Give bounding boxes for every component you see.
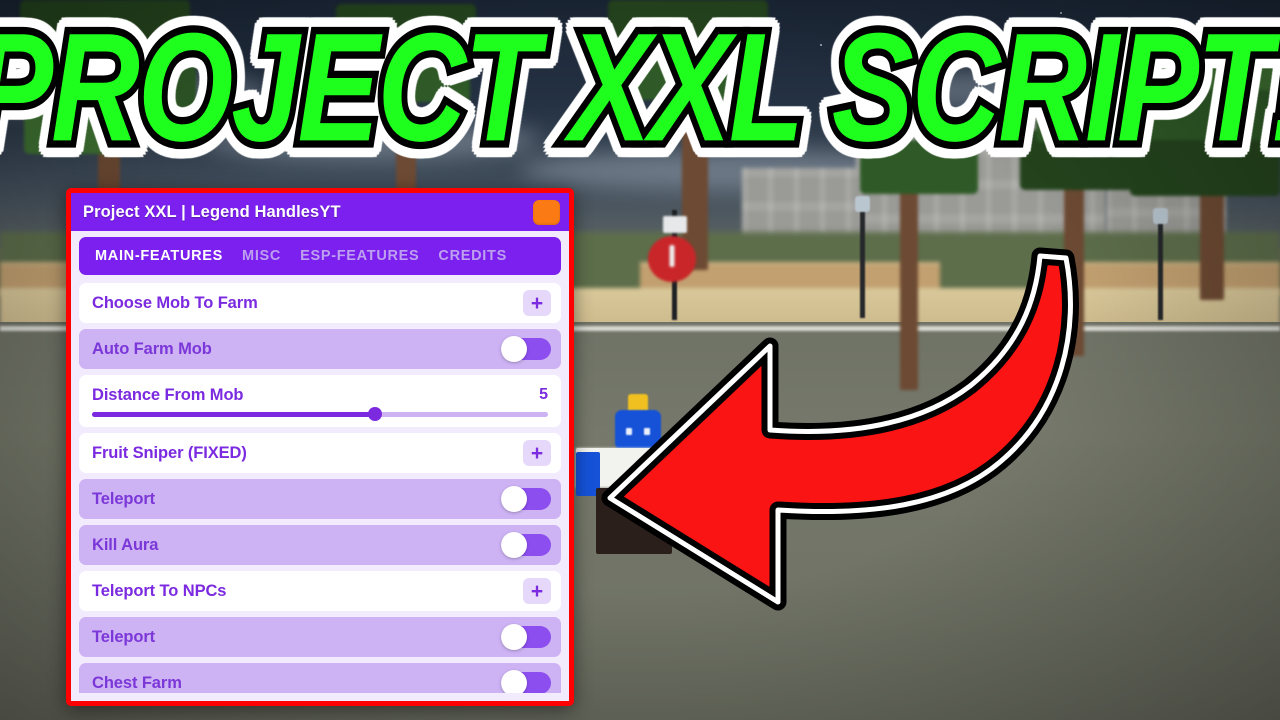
slider-thumb[interactable] <box>367 407 382 421</box>
expand-plus-icon[interactable]: + <box>523 578 551 604</box>
panel-title: Project XXL | Legend HandlesYT <box>83 202 341 221</box>
toggle-auto-farm-mob[interactable] <box>501 336 551 362</box>
row-kill-aura[interactable]: Kill Aura <box>79 525 561 565</box>
toggle-knob <box>501 336 527 362</box>
tab-main-features[interactable]: MAIN-FEATURES <box>95 248 223 264</box>
toggle-knob <box>501 486 527 512</box>
expand-plus-icon[interactable]: + <box>523 440 551 466</box>
row-label: Auto Farm Mob <box>92 339 212 358</box>
expand-plus-icon[interactable]: + <box>523 290 551 316</box>
row-label: Distance From Mob <box>92 385 244 404</box>
tab-esp-features[interactable]: ESP-FEATURES <box>300 248 419 264</box>
row-choose-mob-to-farm[interactable]: Choose Mob To Farm + <box>79 283 561 323</box>
slider-value: 5 <box>539 386 548 403</box>
row-teleport-fruit[interactable]: Teleport <box>79 479 561 519</box>
arrow-white-edge <box>610 256 1070 602</box>
slider-fill <box>92 411 375 417</box>
row-auto-farm-mob[interactable]: Auto Farm Mob <box>79 329 561 369</box>
row-distance-from-mob[interactable]: Distance From Mob 5 <box>79 375 561 427</box>
script-gui-panel[interactable]: Project XXL | Legend HandlesYT MAIN-FEAT… <box>66 188 574 706</box>
slider-header: Distance From Mob 5 <box>92 386 548 405</box>
row-label: Teleport To NPCs <box>92 581 227 600</box>
row-teleport-npc[interactable]: Teleport <box>79 617 561 657</box>
toggle-knob <box>501 624 527 650</box>
row-chest-farm[interactable]: Chest Farm <box>79 663 561 693</box>
panel-header: Project XXL | Legend HandlesYT <box>71 193 569 231</box>
close-icon[interactable] <box>533 199 560 225</box>
toggle-teleport-fruit[interactable] <box>501 486 551 512</box>
toggle-chest-farm[interactable] <box>501 670 551 693</box>
row-label: Teleport <box>92 627 156 646</box>
tab-misc[interactable]: MISC <box>242 248 281 264</box>
row-teleport-to-npcs[interactable]: Teleport To NPCs + <box>79 571 561 611</box>
slider-track[interactable] <box>92 407 548 421</box>
toggle-kill-aura[interactable] <box>501 532 551 558</box>
tab-credits[interactable]: CREDITS <box>438 248 507 264</box>
toggle-teleport-npc[interactable] <box>501 624 551 650</box>
tab-bar: MAIN-FEATURES MISC ESP-FEATURES CREDITS <box>79 237 561 275</box>
row-label: Fruit Sniper (FIXED) <box>92 443 247 462</box>
toggle-knob <box>501 670 527 693</box>
red-curved-arrow-outline <box>600 180 1280 680</box>
toggle-knob <box>501 532 527 558</box>
row-label: Choose Mob To Farm <box>92 293 258 312</box>
row-fruit-sniper[interactable]: Fruit Sniper (FIXED) + <box>79 433 561 473</box>
page-title: PROJECT XXL SCRIPT! <box>0 0 1280 174</box>
panel-body: MAIN-FEATURES MISC ESP-FEATURES CREDITS … <box>71 231 569 701</box>
row-label: Teleport <box>92 489 156 508</box>
feature-rows: Choose Mob To Farm + Auto Farm Mob Dista… <box>79 283 561 693</box>
row-label: Chest Farm <box>92 673 182 692</box>
row-label: Kill Aura <box>92 535 159 554</box>
red-curved-arrow <box>600 180 1280 685</box>
